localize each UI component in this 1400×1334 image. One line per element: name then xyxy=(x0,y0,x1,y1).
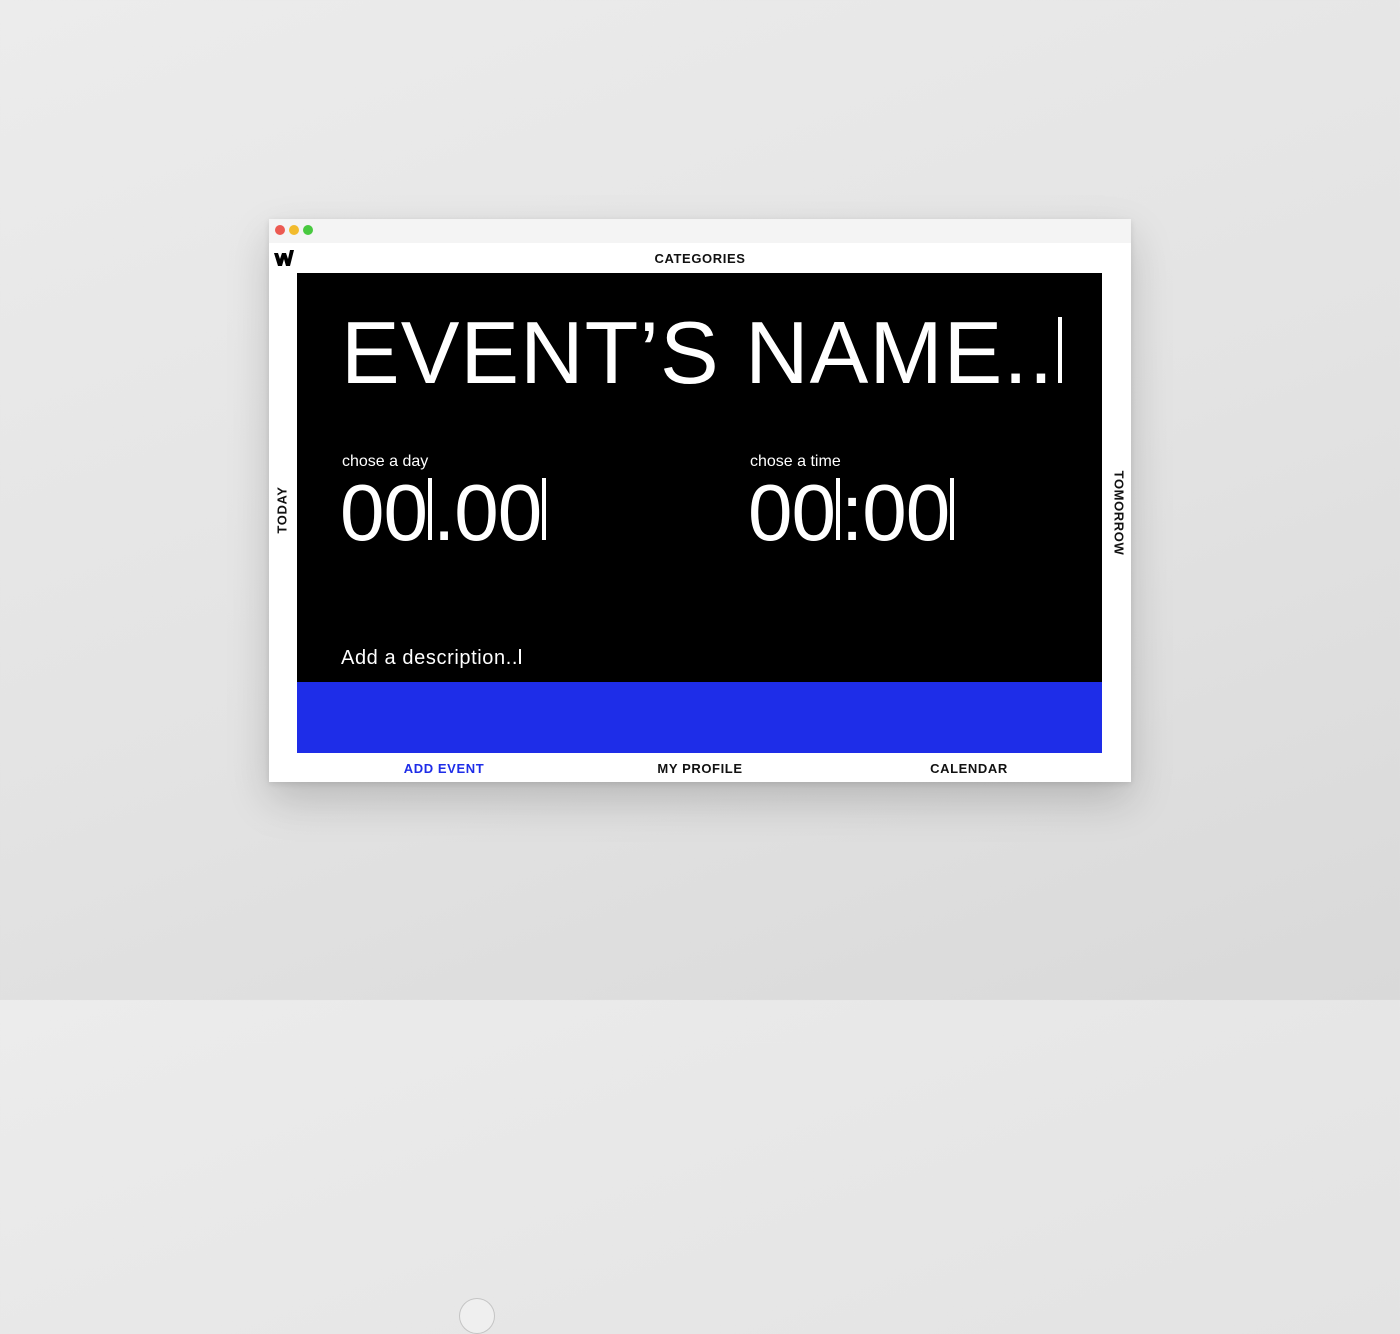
add-event-nav[interactable]: ADD EVENT xyxy=(404,761,485,776)
text-caret xyxy=(427,478,432,540)
day-value-part1: 00 xyxy=(340,468,428,557)
text-caret xyxy=(835,478,840,540)
text-caret xyxy=(519,649,522,664)
accent-bar xyxy=(297,682,1102,753)
time-value-part1: 00 xyxy=(748,468,836,557)
day-value-part2: 00 xyxy=(454,468,542,557)
event-form-panel: EVENT’S NAME.. chose a day 00.00 chose a… xyxy=(297,273,1102,683)
event-name-placeholder: EVENT’S NAME.. xyxy=(341,303,1055,402)
time-input[interactable]: 00:00 xyxy=(748,473,955,553)
click-indicator xyxy=(459,1298,495,1334)
description-placeholder: Add a description.. xyxy=(341,647,519,669)
text-caret xyxy=(950,478,955,540)
title-bar xyxy=(269,219,1131,243)
text-caret xyxy=(1058,317,1063,383)
time-separator: : xyxy=(840,468,863,557)
day-separator: . xyxy=(432,468,455,557)
bottom-nav: ADD EVENT MY PROFILE CALENDAR xyxy=(269,761,1131,1334)
minimize-window-button[interactable] xyxy=(289,225,299,235)
event-name-input[interactable]: EVENT’S NAME.. xyxy=(341,309,1063,397)
categories-nav[interactable]: CATEGORIES xyxy=(269,251,1131,266)
my-profile-nav[interactable]: MY PROFILE xyxy=(657,761,742,776)
today-nav[interactable]: TODAY xyxy=(275,486,290,533)
calendar-nav[interactable]: CALENDAR xyxy=(930,761,1008,776)
description-input[interactable]: Add a description.. xyxy=(341,647,522,670)
close-window-button[interactable] xyxy=(275,225,285,235)
tomorrow-nav[interactable]: TOMORROW xyxy=(1112,471,1127,556)
time-value-part2: 00 xyxy=(862,468,950,557)
maximize-window-button[interactable] xyxy=(303,225,313,235)
day-input[interactable]: 00.00 xyxy=(340,473,547,553)
text-caret xyxy=(542,478,547,540)
app-window: CATEGORIES TODAY TOMORROW EVENT’S NAME..… xyxy=(269,219,1131,1334)
